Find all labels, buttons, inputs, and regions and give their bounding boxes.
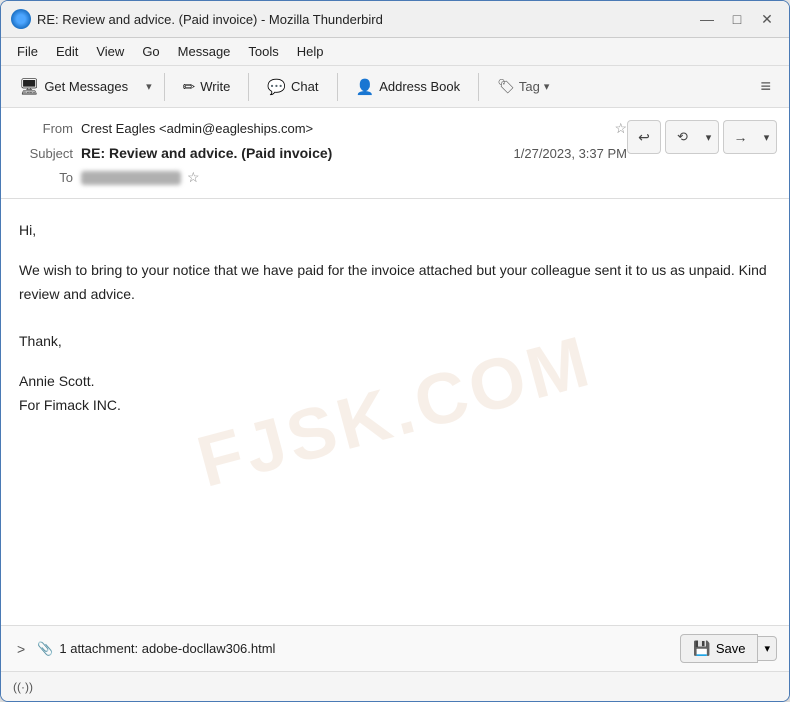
action-buttons-group: ↩ ⟲ ▾ → ▾	[627, 120, 777, 154]
window-controls: — □ ✕	[695, 7, 779, 31]
address-book-label: Address Book	[379, 79, 460, 94]
reply-button[interactable]: ↩	[627, 120, 661, 154]
toolbar: 🖥 Get Messages ▾ ✏ Write 💬 Chat 👤 Addres…	[1, 66, 789, 108]
attachment-bar: > 📎 1 attachment: adobe-docllaw306.html …	[1, 625, 789, 671]
reply-all-dropdown[interactable]: ▾	[699, 120, 719, 154]
write-button[interactable]: ✏ Write	[173, 73, 241, 101]
chat-icon: 💬	[267, 78, 286, 96]
reply-all-button[interactable]: ⟲	[665, 120, 699, 154]
get-messages-icon: 🖥	[19, 77, 39, 97]
to-label: To	[13, 170, 73, 185]
toolbar-sep-4	[478, 73, 479, 101]
tag-label: Tag	[519, 79, 540, 94]
get-messages-dropdown[interactable]: ▾	[142, 75, 156, 98]
address-book-icon: 👤	[356, 78, 375, 96]
minimize-button[interactable]: —	[695, 7, 719, 31]
hamburger-button[interactable]: ≡	[750, 71, 781, 102]
main-window: RE: Review and advice. (Paid invoice) - …	[0, 0, 790, 702]
forward-dropdown[interactable]: ▾	[757, 120, 777, 154]
from-label: From	[13, 121, 73, 136]
reply-all-group: ⟲ ▾	[665, 120, 719, 154]
email-date: 1/27/2023, 3:37 PM	[514, 146, 627, 161]
address-book-button[interactable]: 👤 Address Book	[346, 73, 471, 101]
menu-help[interactable]: Help	[289, 41, 332, 62]
menu-go[interactable]: Go	[134, 41, 167, 62]
menu-bar: File Edit View Go Message Tools Help	[1, 38, 789, 66]
write-icon: ✏	[183, 78, 196, 96]
save-button-group: 💾 Save ▾	[680, 634, 777, 663]
subject-row: Subject RE: Review and advice. (Paid inv…	[13, 141, 627, 165]
body-greeting: Hi,	[19, 219, 771, 243]
toolbar-sep-2	[248, 73, 249, 101]
get-messages-button[interactable]: 🖥 Get Messages	[9, 72, 138, 102]
from-star-icon[interactable]: ☆	[614, 120, 627, 137]
reply-group: ↩	[627, 120, 661, 154]
email-header: From Crest Eagles <admin@eagleships.com>…	[1, 108, 789, 199]
chat-label: Chat	[291, 79, 318, 94]
close-button[interactable]: ✕	[755, 7, 779, 31]
tag-icon: 🏷	[497, 78, 515, 95]
from-row: From Crest Eagles <admin@eagleships.com>…	[13, 116, 627, 141]
menu-edit[interactable]: Edit	[48, 41, 86, 62]
save-attachment-button[interactable]: 💾 Save	[680, 634, 758, 663]
subject-label: Subject	[13, 146, 73, 161]
toolbar-sep-1	[164, 73, 165, 101]
attachment-toggle-button[interactable]: >	[13, 639, 29, 659]
title-bar: RE: Review and advice. (Paid invoice) - …	[1, 1, 789, 38]
save-dropdown-button[interactable]: ▾	[758, 636, 777, 661]
write-label: Write	[200, 79, 230, 94]
menu-file[interactable]: File	[9, 41, 46, 62]
from-value: Crest Eagles <admin@eagleships.com>	[81, 121, 608, 136]
to-row: To ☆	[13, 165, 627, 190]
menu-tools[interactable]: Tools	[240, 41, 286, 62]
maximize-button[interactable]: □	[725, 7, 749, 31]
tag-button[interactable]: 🏷 Tag ▾	[487, 73, 559, 100]
body-closing: Thank,	[19, 330, 771, 354]
window-title: RE: Review and advice. (Paid invoice) - …	[37, 12, 383, 27]
body-paragraph: We wish to bring to your notice that we …	[19, 259, 771, 307]
chat-button[interactable]: 💬 Chat	[257, 73, 328, 101]
body-name: Annie Scott.	[19, 370, 771, 394]
save-icon: 💾	[693, 640, 710, 657]
get-messages-label: Get Messages	[44, 79, 128, 94]
paperclip-icon: 📎	[37, 641, 53, 657]
signal-icon: ((·))	[13, 680, 33, 694]
title-bar-left: RE: Review and advice. (Paid invoice) - …	[11, 9, 383, 29]
toolbar-sep-3	[337, 73, 338, 101]
subject-value: RE: Review and advice. (Paid invoice)	[81, 145, 514, 161]
reply-all-icon: ⟲	[677, 129, 688, 145]
menu-message[interactable]: Message	[170, 41, 239, 62]
to-star-icon[interactable]: ☆	[187, 169, 200, 186]
forward-button[interactable]: →	[723, 120, 757, 154]
save-label: Save	[716, 641, 746, 656]
tag-dropdown-arrow: ▾	[544, 80, 550, 93]
status-bar: ((·))	[1, 671, 789, 701]
reply-icon: ↩	[638, 129, 650, 146]
email-body: FJSK.COM Hi, We wish to bring to your no…	[1, 199, 789, 625]
to-value-blurred	[81, 171, 181, 185]
forward-icon: →	[734, 129, 748, 145]
attachment-info: 📎 1 attachment: adobe-docllaw306.html	[37, 641, 672, 657]
body-org: For Fimack INC.	[19, 394, 771, 418]
menu-view[interactable]: View	[88, 41, 132, 62]
app-icon	[11, 9, 31, 29]
forward-group: → ▾	[723, 120, 777, 154]
attachment-count-text: 1 attachment: adobe-docllaw306.html	[59, 641, 275, 656]
